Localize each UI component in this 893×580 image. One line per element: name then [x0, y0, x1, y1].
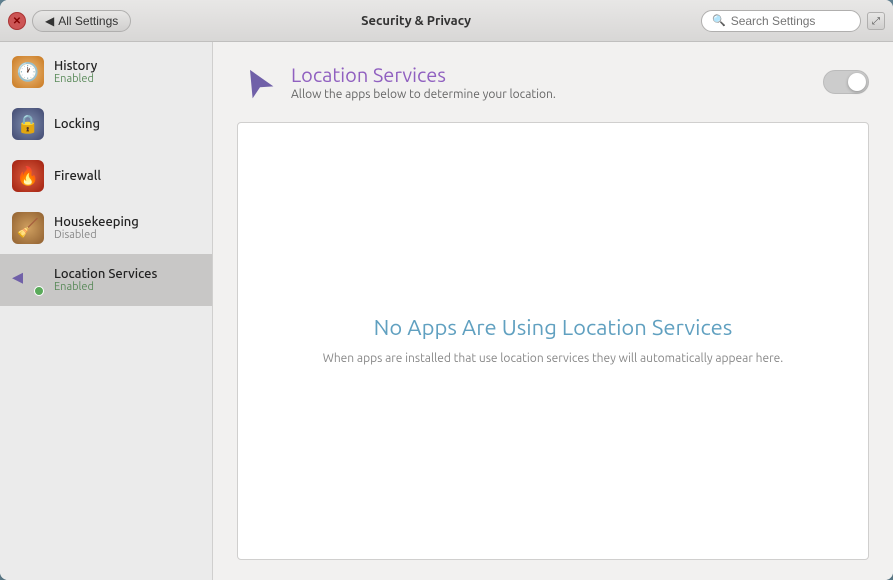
- search-box[interactable]: 🔍: [701, 10, 861, 32]
- housekeeping-sublabel: Disabled: [54, 229, 139, 241]
- window-title: Security & Privacy: [131, 14, 701, 28]
- firewall-text: Firewall: [54, 169, 101, 183]
- close-button[interactable]: ✕: [8, 12, 26, 30]
- toggle-track: [823, 70, 869, 94]
- location-services-sublabel: Enabled: [54, 281, 157, 293]
- location-toggle[interactable]: [823, 70, 869, 94]
- sidebar-item-housekeeping[interactable]: 🧹 Housekeeping Disabled: [0, 202, 212, 254]
- locking-label: Locking: [54, 117, 100, 131]
- main-window: ✕ ◀ All Settings Security & Privacy 🔍 ⤢ …: [0, 0, 893, 580]
- housekeeping-icon: 🧹: [12, 212, 44, 244]
- enabled-dot: [34, 286, 44, 296]
- section-title: Location Services: [291, 63, 556, 86]
- locking-icon: 🔒: [12, 108, 44, 140]
- history-icon: 🕐: [12, 56, 44, 88]
- apps-panel: No Apps Are Using Location Services When…: [237, 122, 869, 560]
- sidebar-item-firewall[interactable]: 🔥 Firewall: [0, 150, 212, 202]
- section-title-area: Location Services Allow the apps below t…: [237, 62, 556, 102]
- back-chevron-icon: ◀: [45, 14, 54, 28]
- location-services-text: Location Services Enabled: [54, 267, 157, 293]
- section-desc: Allow the apps below to determine your l…: [291, 88, 556, 101]
- sidebar-item-locking[interactable]: 🔒 Locking: [0, 98, 212, 150]
- toggle-thumb: [848, 73, 866, 91]
- search-icon: 🔍: [712, 14, 726, 27]
- section-text: Location Services Allow the apps below t…: [291, 63, 556, 101]
- maximize-icon: ⤢: [872, 15, 880, 27]
- no-apps-title: No Apps Are Using Location Services: [374, 315, 733, 340]
- location-icon-large: [237, 62, 277, 102]
- firewall-icon: 🔥: [12, 160, 44, 192]
- history-text: History Enabled: [54, 59, 97, 85]
- section-header: Location Services Allow the apps below t…: [237, 62, 869, 102]
- content-area: 🕐 History Enabled 🔒 Locking 🔥 Firewall: [0, 42, 893, 580]
- housekeeping-text: Housekeeping Disabled: [54, 215, 139, 241]
- titlebar: ✕ ◀ All Settings Security & Privacy 🔍 ⤢: [0, 0, 893, 42]
- history-label: History: [54, 59, 97, 73]
- search-input[interactable]: [731, 14, 851, 28]
- location-arrow-svg: [239, 64, 275, 100]
- history-sublabel: Enabled: [54, 73, 97, 85]
- firewall-label: Firewall: [54, 169, 101, 183]
- back-button[interactable]: ◀ All Settings: [32, 10, 131, 32]
- location-services-icon: ◂: [12, 264, 44, 296]
- no-apps-desc: When apps are installed that use locatio…: [323, 350, 784, 368]
- back-label: All Settings: [58, 14, 118, 28]
- housekeeping-label: Housekeeping: [54, 215, 139, 229]
- sidebar-item-location-services[interactable]: ◂ Location Services Enabled: [0, 254, 212, 306]
- location-services-label: Location Services: [54, 267, 157, 281]
- sidebar: 🕐 History Enabled 🔒 Locking 🔥 Firewall: [0, 42, 213, 580]
- maximize-button[interactable]: ⤢: [867, 12, 885, 30]
- main-panel: Location Services Allow the apps below t…: [213, 42, 893, 580]
- locking-text: Locking: [54, 117, 100, 131]
- sidebar-item-history[interactable]: 🕐 History Enabled: [0, 46, 212, 98]
- location-arrow-icon: ◂: [12, 264, 23, 289]
